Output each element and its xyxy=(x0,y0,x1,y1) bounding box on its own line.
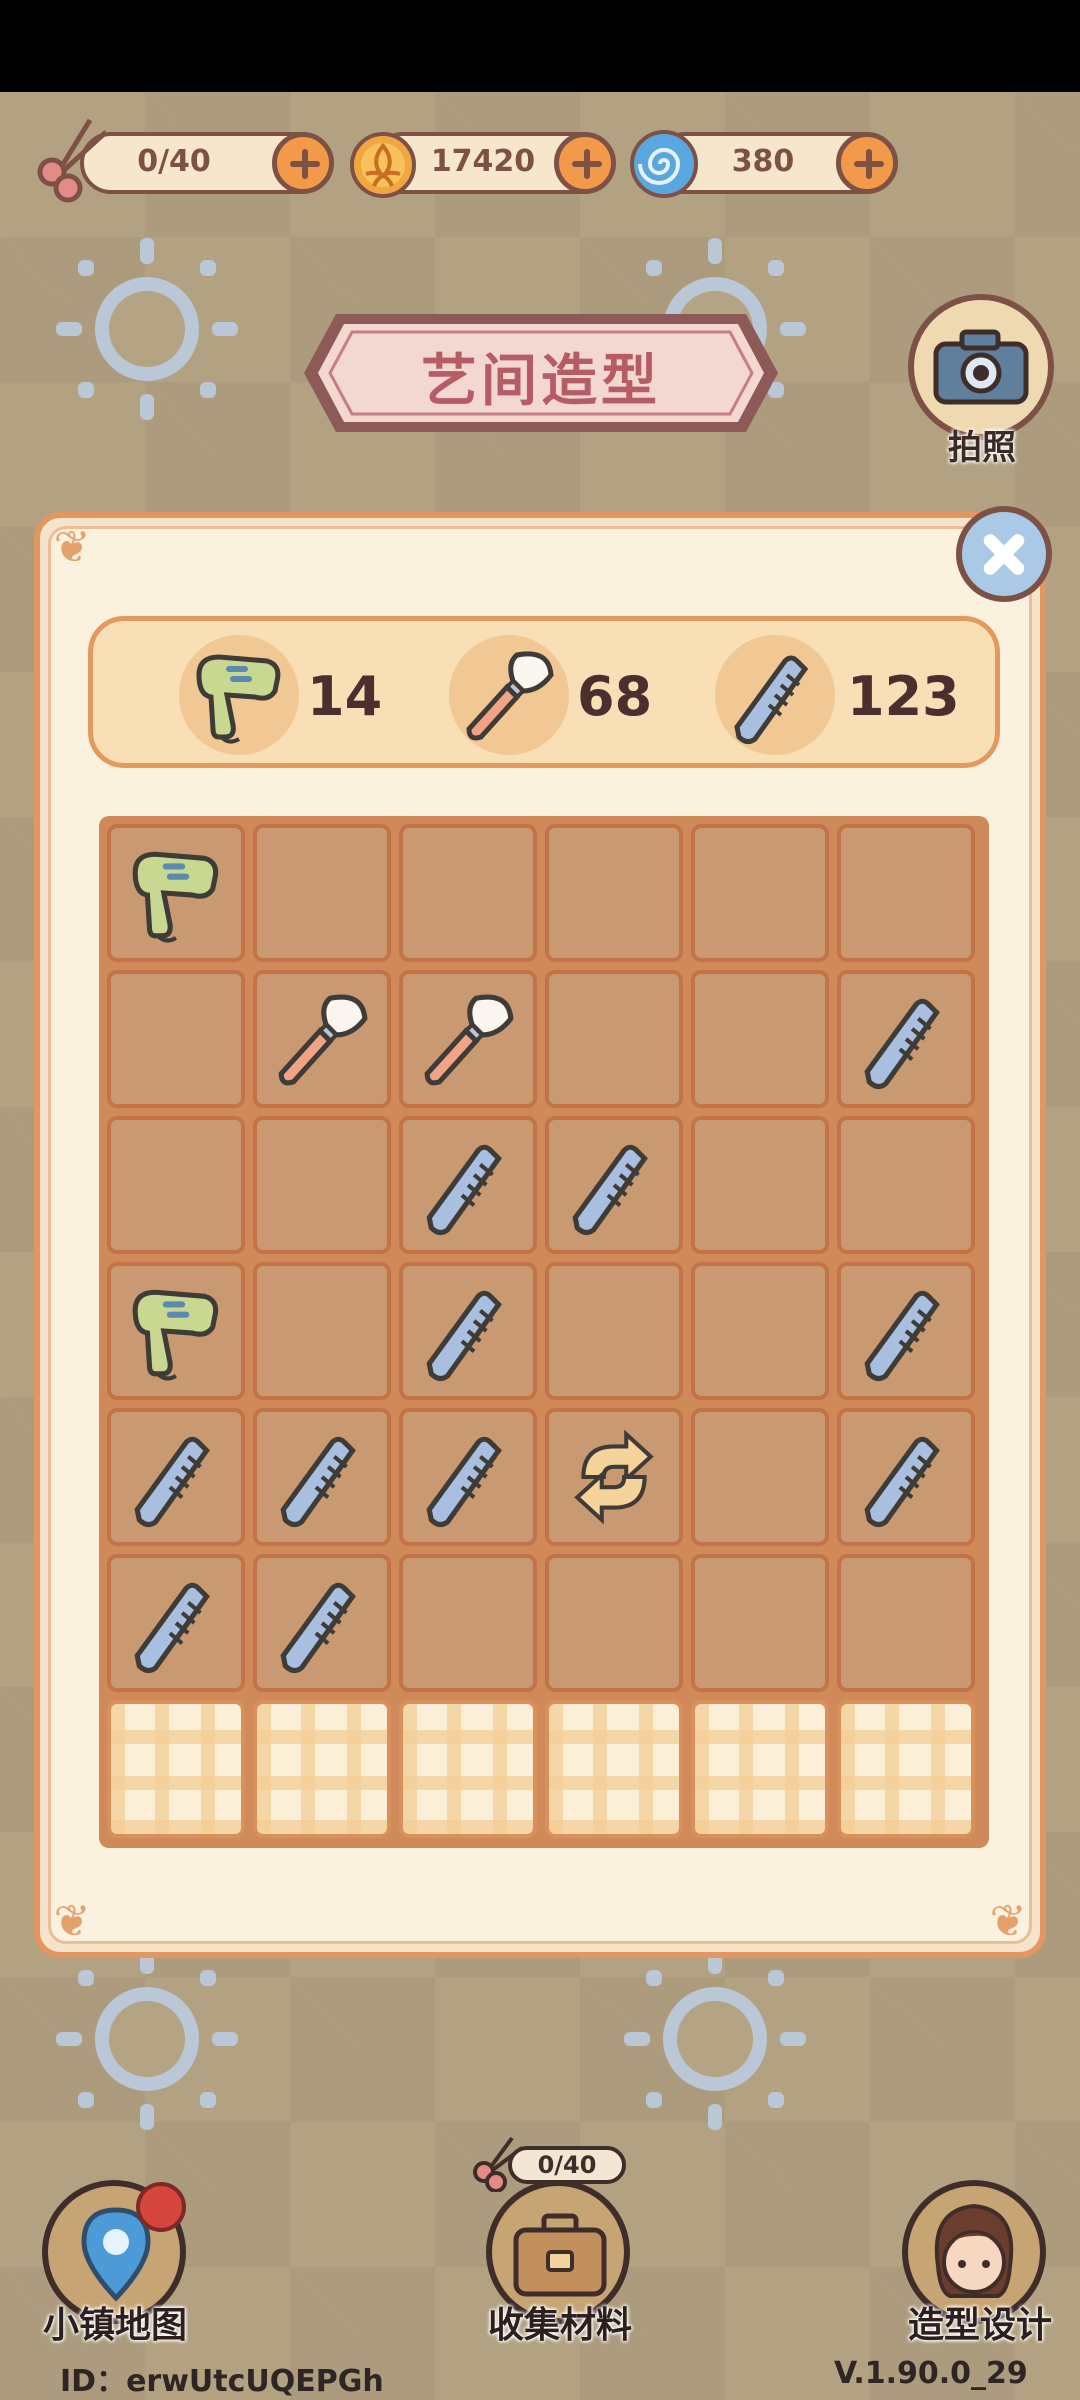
grid-cell[interactable] xyxy=(107,1116,245,1254)
grid-cell[interactable] xyxy=(253,1554,391,1692)
sun-decoration-icon xyxy=(56,1948,238,2130)
grid-cell[interactable] xyxy=(253,1262,391,1400)
camera-label: 拍照 xyxy=(948,428,1016,468)
grid-cell[interactable] xyxy=(399,824,537,962)
tool-counts-bar: 14 68 123 xyxy=(88,616,1000,768)
grid-cell[interactable] xyxy=(691,970,829,1108)
grid-cell[interactable] xyxy=(253,824,391,962)
grid-cell[interactable] xyxy=(545,970,683,1108)
sun-decoration-icon xyxy=(624,1948,806,2130)
grid-cell[interactable] xyxy=(837,1116,975,1254)
grid-cell[interactable] xyxy=(545,1554,683,1692)
comb-count: 123 xyxy=(847,665,960,728)
add-coins-button[interactable] xyxy=(554,132,616,194)
merge-grid xyxy=(99,816,989,1848)
grid-cell[interactable] xyxy=(253,1408,391,1546)
grid-cell[interactable] xyxy=(253,1116,391,1254)
grid-cell[interactable] xyxy=(691,1554,829,1692)
tool-count-comb: 123 xyxy=(715,635,960,755)
comb-icon xyxy=(280,1582,356,1674)
makeup-brush-icon xyxy=(466,651,554,741)
scissors-counter-value: 0/40 xyxy=(137,144,211,179)
camera-button[interactable] xyxy=(908,294,1054,440)
comb-icon xyxy=(426,1436,502,1528)
grid-cell[interactable] xyxy=(399,1408,537,1546)
corner-ornament-icon: ❦ xyxy=(989,1896,1027,1947)
notification-badge xyxy=(136,2182,186,2232)
close-button[interactable] xyxy=(956,506,1052,602)
refresh-icon xyxy=(574,1429,654,1525)
grid-cell[interactable] xyxy=(107,1408,245,1546)
grid-cell[interactable] xyxy=(837,1408,975,1546)
coin-icon xyxy=(350,132,416,198)
comb-icon xyxy=(134,1582,210,1674)
grid-cell[interactable] xyxy=(107,824,245,962)
brush-count: 68 xyxy=(577,665,653,728)
comb-icon xyxy=(280,1436,356,1528)
collect-counter: 0/40 xyxy=(508,2146,626,2184)
comb-icon xyxy=(734,655,809,745)
grid-cell[interactable] xyxy=(691,1408,829,1546)
hair-dryer-icon xyxy=(196,654,281,744)
grid-cell[interactable] xyxy=(545,1262,683,1400)
makeup-brush-icon xyxy=(278,994,368,1086)
grid-cell[interactable] xyxy=(691,824,829,962)
spiral-gem-icon xyxy=(630,130,698,198)
grid-cell[interactable] xyxy=(399,1262,537,1400)
grid-cell[interactable] xyxy=(837,1554,975,1692)
add-spiral-button[interactable] xyxy=(836,132,898,194)
camera-icon xyxy=(933,329,1029,405)
tool-count-brush: 68 xyxy=(449,635,653,755)
corner-ornament-icon: ❦ xyxy=(53,522,91,573)
player-id: ID：erwUtcUQEPGh xyxy=(60,2364,384,2399)
style-design-label: 造型设计 xyxy=(907,2305,1052,2346)
comb-icon xyxy=(426,1144,502,1236)
locked-grid-cell[interactable] xyxy=(545,1700,683,1838)
status-bar xyxy=(0,0,1080,92)
collect-materials-label: 收集材料 xyxy=(487,2305,632,2346)
grid-cell[interactable] xyxy=(837,970,975,1108)
comb-icon xyxy=(134,1436,210,1528)
comb-icon xyxy=(864,1290,940,1382)
grid-cell[interactable] xyxy=(837,824,975,962)
corner-ornament-icon: ❦ xyxy=(53,1896,91,1947)
toolbox-icon xyxy=(513,2213,607,2297)
hair-dryer-icon xyxy=(132,851,219,943)
locked-grid-cell[interactable] xyxy=(107,1700,245,1838)
grid-cell[interactable] xyxy=(545,1408,683,1546)
grid-cell[interactable] xyxy=(399,970,537,1108)
locked-grid-cell[interactable] xyxy=(837,1700,975,1838)
hair-dryer-icon xyxy=(132,1289,219,1381)
grid-cell[interactable] xyxy=(253,970,391,1108)
dryer-count: 14 xyxy=(307,665,383,728)
grid-cell[interactable] xyxy=(399,1554,537,1692)
locked-grid-cell[interactable] xyxy=(253,1700,391,1838)
comb-icon xyxy=(426,1290,502,1382)
page-title: 艺间造型 xyxy=(421,349,661,414)
sun-decoration-icon xyxy=(56,238,238,420)
grid-cell[interactable] xyxy=(107,1262,245,1400)
grid-cell[interactable] xyxy=(691,1262,829,1400)
locked-grid-cell[interactable] xyxy=(691,1700,829,1838)
grid-cell[interactable] xyxy=(691,1116,829,1254)
add-scissors-button[interactable] xyxy=(272,132,334,194)
makeup-brush-icon xyxy=(424,994,514,1086)
coin-counter-value: 17420 xyxy=(430,144,536,179)
scissors-counter: 0/40 xyxy=(80,132,334,194)
comb-icon xyxy=(572,1144,648,1236)
version-label: V.1.90.0_29 xyxy=(834,2356,1028,2391)
town-map-label: 小镇地图 xyxy=(42,2305,187,2346)
grid-cell[interactable] xyxy=(107,970,245,1108)
tool-count-dryer: 14 xyxy=(179,635,382,755)
scissors-icon xyxy=(37,118,108,203)
locked-grid-cell[interactable] xyxy=(399,1700,537,1838)
grid-cell[interactable] xyxy=(837,1262,975,1400)
grid-cell[interactable] xyxy=(107,1554,245,1692)
spiral-counter-value: 380 xyxy=(731,144,795,179)
comb-icon xyxy=(864,1436,940,1528)
comb-icon xyxy=(864,998,940,1090)
grid-cell[interactable] xyxy=(399,1116,537,1254)
grid-cell[interactable] xyxy=(545,1116,683,1254)
grid-cell[interactable] xyxy=(545,824,683,962)
